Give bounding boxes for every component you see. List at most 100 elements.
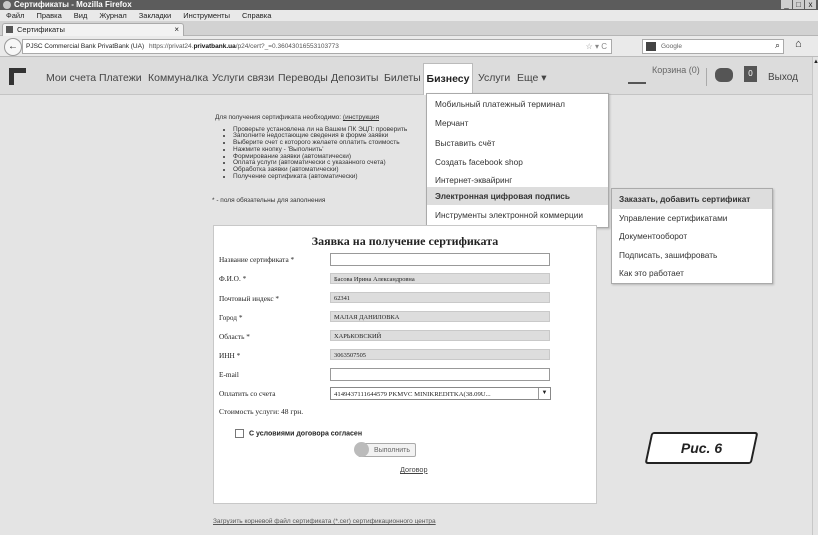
agree-checkbox-row[interactable]: С условиями договора согласен	[235, 429, 362, 438]
inn-field: 3063507505	[330, 349, 550, 360]
chat-icon[interactable]	[715, 68, 733, 82]
tab-certificates[interactable]: Сертификаты ×	[2, 23, 184, 36]
nav-deposits[interactable]: Депозиты	[331, 72, 378, 84]
form-title: Заявка на получение сертификата	[311, 234, 499, 248]
submenu-how-it-works[interactable]: Как это работает	[619, 268, 684, 278]
required-note: * - поля обязательны для заполнения	[212, 197, 326, 204]
instruction-step: Получение сертификата (автоматически)	[233, 173, 407, 181]
label-region: Область *	[219, 332, 250, 341]
label-cert-name: Название сертификата *	[219, 255, 295, 264]
close-window-button[interactable]: x	[805, 0, 816, 9]
menu-item-acquiring[interactable]: Интернет-эквайринг	[435, 175, 512, 185]
nav-services[interactable]: Услуги	[478, 72, 510, 84]
service-price: Стоимость услуги: 48 грн.	[219, 407, 304, 416]
submenu-sign-encrypt[interactable]: Подписать, зашифровать	[619, 250, 717, 260]
google-icon	[646, 42, 656, 51]
tab-bar: Сертификаты ×	[0, 21, 818, 36]
search-input[interactable]: Google ⌕	[642, 39, 784, 54]
nav-my-accounts[interactable]: Мои счета	[46, 72, 96, 84]
instructions-heading: Для получения сертификата необходимо: (и…	[215, 114, 380, 121]
menu-item-mobile-terminal[interactable]: Мобильный платежный терминал	[435, 99, 565, 109]
search-icon[interactable]: ⌕	[775, 39, 780, 52]
region-field: ХАРЬКОВСКИЙ	[330, 330, 550, 341]
logout-link[interactable]: Выход	[768, 72, 798, 83]
navigation-toolbar: ← PJSC Commercial Bank PrivatBank (UA) h…	[0, 36, 818, 57]
site-identity[interactable]: PJSC Commercial Bank PrivatBank (UA)	[26, 40, 144, 53]
window-controls: _ □ x	[781, 0, 816, 9]
nav-payments[interactable]: Платежи	[99, 72, 142, 84]
nav-transfers[interactable]: Переводы	[278, 72, 328, 84]
figure-label: Рис. 6	[644, 432, 759, 464]
page-scrollbar[interactable]: ▲	[812, 57, 818, 535]
minimize-button[interactable]: _	[781, 0, 792, 9]
email-input[interactable]	[330, 368, 550, 381]
nav-telecom[interactable]: Услуги связи	[212, 72, 274, 84]
menu-file[interactable]: Файл	[6, 11, 24, 20]
agree-checkbox[interactable]	[235, 429, 244, 438]
divider	[706, 68, 707, 86]
cart-icon	[628, 69, 646, 84]
home-icon[interactable]: ⌂	[795, 38, 802, 50]
chevron-down-icon[interactable]: ▼	[538, 388, 550, 399]
execute-button[interactable]: Выполнить	[354, 442, 416, 457]
notification-icon[interactable]: 0	[744, 66, 757, 82]
tab-close-icon[interactable]: ×	[174, 24, 179, 36]
full-name-field: Басова Ирина Александровна	[330, 273, 550, 284]
favicon-icon	[6, 26, 13, 33]
menu-item-invoice[interactable]: Выставить счёт	[435, 138, 495, 148]
business-menu: Мобильный платежный терминал Мерчант Выс…	[426, 93, 609, 228]
window-titlebar: Сертификаты - Mozilla Firefox _ □ x	[0, 0, 818, 10]
label-inn: ИНН *	[219, 351, 241, 360]
label-city: Город *	[219, 313, 243, 322]
root-certificate-link[interactable]: Загрузить корневой файл сертификата (*.c…	[213, 518, 436, 525]
scroll-up-icon[interactable]: ▲	[813, 59, 818, 65]
menu-edit[interactable]: Правка	[36, 11, 61, 20]
menu-item-ecommerce-tools[interactable]: Инструменты электронной коммерции	[435, 210, 583, 220]
submenu-order-certificate[interactable]: Заказать, добавить сертификат	[619, 194, 750, 204]
menu-view[interactable]: Вид	[74, 11, 88, 20]
label-email: E-mail	[219, 370, 239, 379]
city-field: МАЛАЯ ДАНИЛОВКА	[330, 311, 550, 322]
account-select[interactable]: 4149437111644579 PKMVC MINIKREDITKA(38.0…	[330, 387, 551, 400]
execute-label: Выполнить	[374, 447, 410, 454]
tab-label: Сертификаты	[17, 25, 65, 34]
firefox-icon	[3, 1, 11, 9]
site-navigation: Мои счета Платежи Коммуналка Услуги связ…	[0, 57, 812, 95]
menu-item-merchant[interactable]: Мерчант	[435, 118, 468, 128]
instructions-link[interactable]: (инструкция	[343, 114, 379, 121]
contract-link[interactable]: Договор	[400, 465, 428, 474]
submenu-document-flow[interactable]: Документооборот	[619, 231, 687, 241]
maximize-button[interactable]: □	[793, 0, 804, 9]
back-button[interactable]: ←	[4, 38, 22, 56]
cert-name-input[interactable]	[330, 253, 550, 266]
certificate-request-form: Заявка на получение сертификата Название…	[213, 225, 597, 504]
postal-code-field: 62341	[330, 292, 550, 303]
address-bar[interactable]: PJSC Commercial Bank PrivatBank (UA) htt…	[22, 39, 612, 54]
instructions-block: Для получения сертификата необходимо: (и…	[212, 114, 407, 204]
account-value: 4149437111644579 PKMVC MINIKREDITKA(38.0…	[334, 391, 491, 398]
nav-business[interactable]: Бизнесу	[423, 63, 473, 95]
agree-label: С условиями договора согласен	[249, 430, 363, 438]
url-text: https://privat24.privatbank.ua/p24/cert?…	[149, 43, 339, 50]
privatbank-logo[interactable]	[9, 68, 26, 85]
label-postal-code: Почтовый индекс *	[219, 294, 280, 303]
label-account: Оплатить со счета	[219, 389, 276, 398]
menu-help[interactable]: Справка	[242, 11, 271, 20]
execute-icon	[354, 442, 369, 457]
menu-tools[interactable]: Инструменты	[183, 11, 230, 20]
menu-bookmarks[interactable]: Закладки	[139, 11, 171, 20]
menu-history[interactable]: Журнал	[99, 11, 126, 20]
cart-label: Корзина (0)	[652, 64, 700, 75]
nav-more[interactable]: Еще ▾	[517, 72, 547, 84]
bookmark-reload-controls[interactable]: ☆ ▾ C	[586, 40, 607, 53]
digital-signature-submenu: Заказать, добавить сертификат Управление…	[611, 188, 773, 284]
menubar: Файл Правка Вид Журнал Закладки Инструменты Сп…	[0, 10, 818, 21]
nav-utilities[interactable]: Коммуналка	[148, 72, 208, 84]
nav-tickets[interactable]: Билеты	[384, 72, 421, 84]
menu-item-facebook-shop[interactable]: Создать facebook shop	[435, 157, 523, 167]
search-placeholder: Google	[661, 43, 682, 50]
menu-item-digital-signature[interactable]: Электронная цифровая подпись	[435, 191, 570, 201]
submenu-manage-certificates[interactable]: Управление сертификатами	[619, 213, 727, 223]
window-title: Сертификаты - Mozilla Firefox	[14, 0, 132, 9]
cart-link[interactable]: Корзина (0)	[628, 65, 700, 84]
